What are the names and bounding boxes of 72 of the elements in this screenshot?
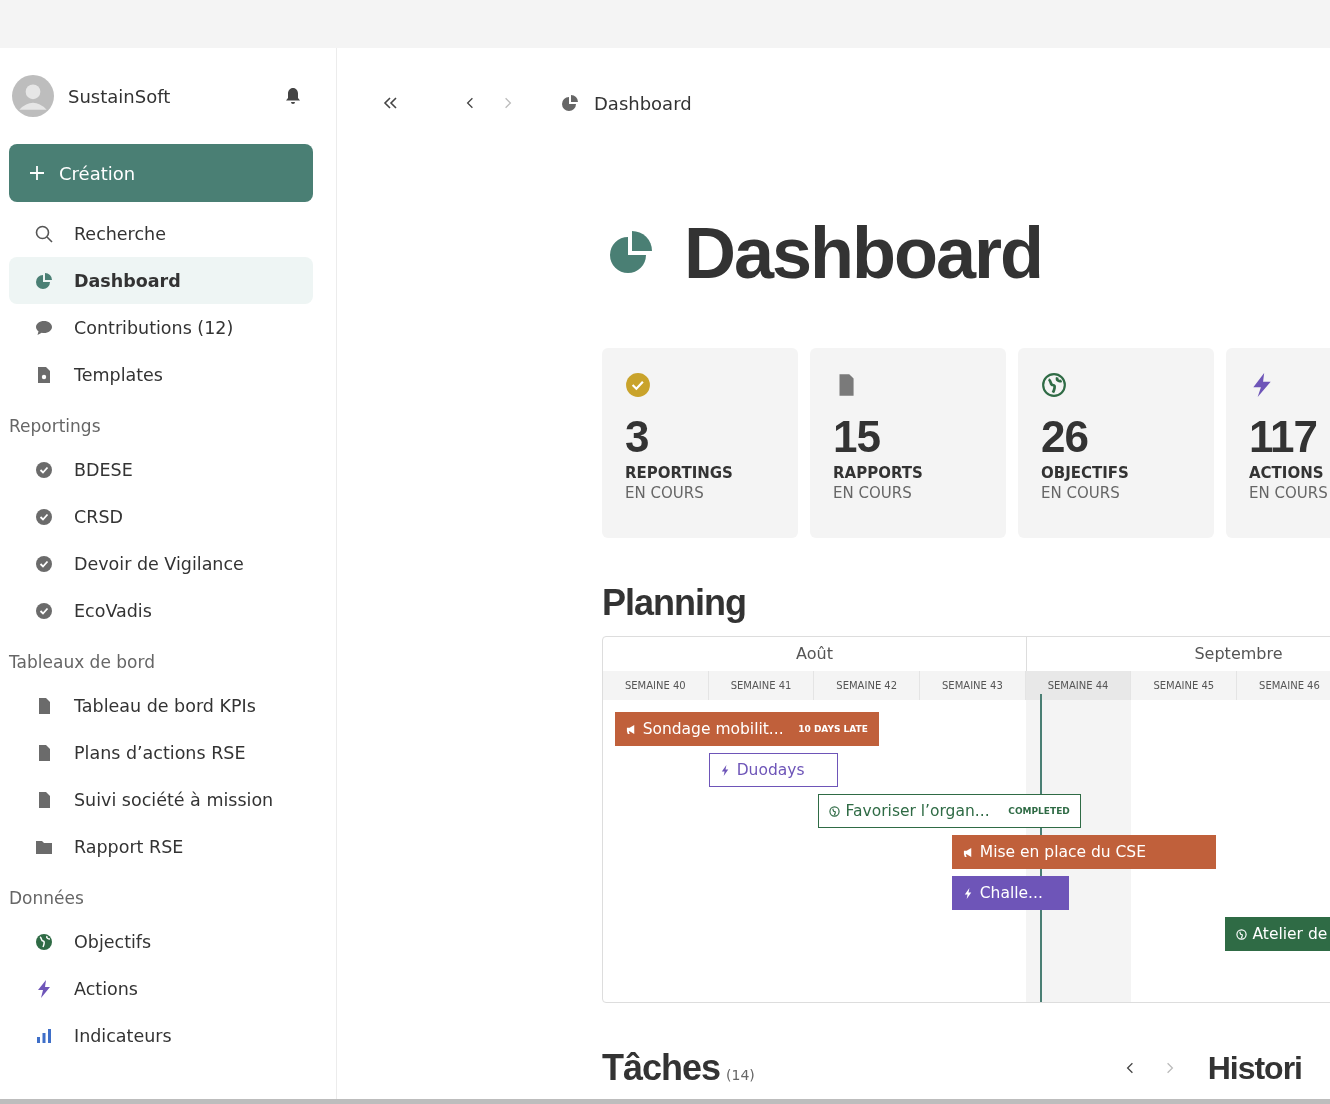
- bell-icon[interactable]: [283, 86, 303, 106]
- stat-value: 15: [833, 412, 881, 462]
- globe-icon: [1041, 372, 1067, 398]
- nav-item[interactable]: Contributions (12): [9, 304, 313, 351]
- stat-value: 3: [625, 412, 650, 462]
- week-header: SEMAINE 40: [603, 671, 709, 700]
- nav-item[interactable]: Templates: [9, 351, 313, 398]
- section-title: Tâches: [602, 1047, 721, 1089]
- globe-icon: [34, 931, 54, 952]
- stat-label: RAPPORTS: [833, 464, 924, 482]
- task-bar[interactable]: Sondage mobilit... 10 DAYS LATE: [614, 712, 879, 746]
- organization-name: SustainSoft: [68, 85, 172, 107]
- week-header: SEMAINE 41: [708, 671, 815, 700]
- page-title: Dashboard: [684, 212, 1043, 294]
- week-header: SEMAINE 46: [1237, 671, 1330, 700]
- nav-item[interactable]: Indicateurs: [9, 1012, 313, 1059]
- check-badge-icon: [34, 553, 54, 574]
- task-count: (14): [726, 1067, 755, 1083]
- stat-status: EN COURS: [1249, 484, 1329, 502]
- nav-item[interactable]: Devoir de Vigilance: [9, 540, 313, 587]
- task-bar[interactable]: Challe...: [951, 876, 1070, 910]
- stat-value: 26: [1041, 412, 1089, 462]
- search-icon: [34, 223, 54, 244]
- stat-value: 117: [1249, 412, 1318, 462]
- check-badge-icon: [625, 372, 651, 398]
- week-header: SEMAINE 43: [920, 671, 1026, 700]
- check-badge-icon: [34, 600, 54, 621]
- nav-item[interactable]: Dashboard: [9, 257, 313, 304]
- stat-label: REPORTINGS: [625, 464, 734, 482]
- check-badge-icon: [34, 459, 54, 480]
- status-tag: 10 DAYS LATE: [798, 724, 868, 734]
- globe-icon: [1235, 928, 1247, 940]
- task-bar[interactable]: Atelier de: [1224, 917, 1330, 951]
- pie-chart-icon: [34, 270, 54, 291]
- week-header: SEMAINE 42: [814, 671, 921, 700]
- stat-label: OBJECTIFS: [1041, 464, 1130, 482]
- stat-status: EN COURS: [1041, 484, 1121, 502]
- week-header: SEMAINE 45: [1131, 671, 1238, 700]
- bolt-icon: [719, 764, 731, 776]
- nav-item[interactable]: Rapport RSE: [9, 823, 313, 870]
- pie-chart-icon: [560, 93, 580, 113]
- megaphone-icon: [962, 846, 974, 858]
- section-heading: Données: [9, 887, 85, 910]
- stat-status: EN COURS: [833, 484, 913, 502]
- megaphone-icon: [625, 723, 637, 735]
- task-bar[interactable]: Favoriser l’organ... COMPLETED: [817, 794, 1081, 828]
- nav-item[interactable]: Tableau de bord KPIs: [9, 682, 313, 729]
- nav-item[interactable]: Actions: [9, 965, 313, 1012]
- breadcrumb: Dashboard: [594, 92, 692, 114]
- plus-icon: [29, 165, 45, 181]
- status-tag: COMPLETED: [1008, 806, 1070, 816]
- stat-label: ACTIONS: [1249, 464, 1325, 482]
- stat-status: EN COURS: [625, 484, 705, 502]
- week-header: SEMAINE 44: [1025, 671, 1132, 700]
- nav-item[interactable]: BDESE: [9, 446, 313, 493]
- nav-item[interactable]: Plans d’actions RSE: [9, 729, 313, 776]
- create-button[interactable]: Création: [9, 144, 313, 202]
- section-title: Planning: [602, 582, 747, 624]
- nav-item[interactable]: CRSD: [9, 493, 313, 540]
- nav-item[interactable]: Objectifs: [9, 918, 313, 965]
- nav-item[interactable]: Suivi société à mission: [9, 776, 313, 823]
- nav-item[interactable]: EcoVadis: [9, 587, 313, 634]
- section-heading: Tableaux de bord: [9, 651, 156, 674]
- task-bar[interactable]: Duodays: [708, 753, 838, 787]
- globe-icon: [828, 805, 840, 817]
- task-bar[interactable]: Mise en place du CSE: [951, 835, 1217, 869]
- avatar-icon: [12, 75, 54, 117]
- check-badge-icon: [34, 506, 54, 527]
- bolt-icon: [962, 887, 974, 899]
- section-heading: Reportings: [9, 415, 102, 438]
- nav-item[interactable]: Recherche: [9, 210, 313, 257]
- section-title: Histori: [1207, 1049, 1302, 1087]
